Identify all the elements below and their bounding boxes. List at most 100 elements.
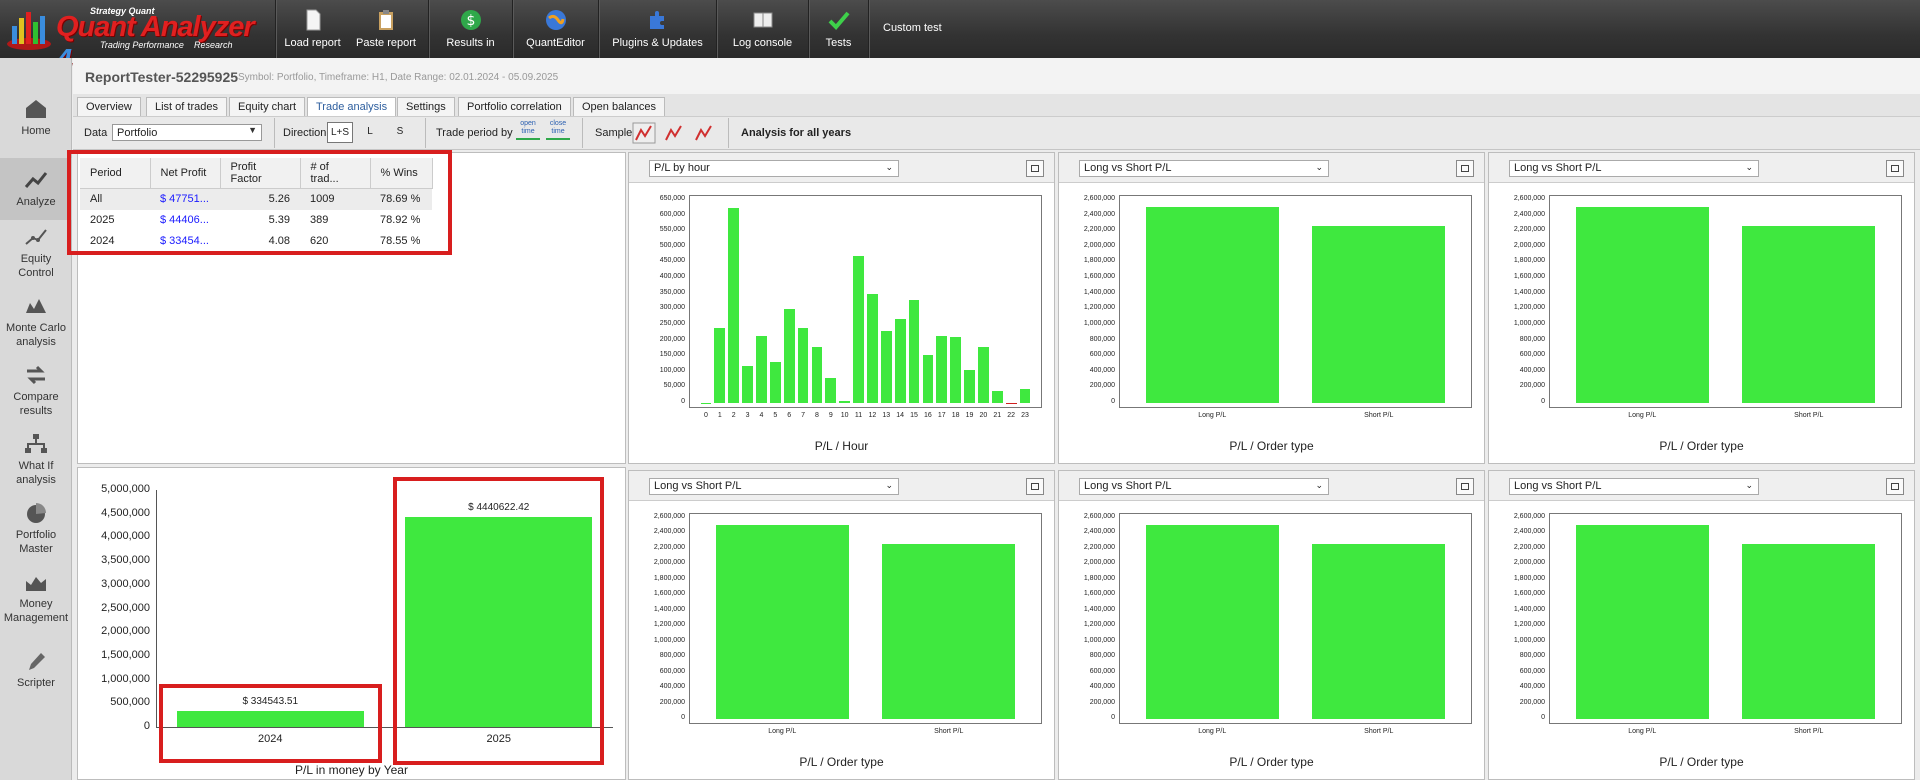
- report-title: ReportTester-52295925: [85, 69, 239, 85]
- pie-chart-icon: [27, 503, 46, 523]
- results-in-button[interactable]: $ Results in: [428, 0, 512, 58]
- brand-tagline-right: Research: [194, 40, 233, 50]
- y-tick-label: 600,000: [1519, 351, 1545, 359]
- chart-type-select[interactable]: Long vs Short P/L ⌄: [1509, 160, 1759, 177]
- tab-portfolio-correlation[interactable]: Portfolio correlation: [458, 97, 571, 116]
- y-tick-label: 300,000: [659, 304, 685, 312]
- popout-button[interactable]: [1886, 478, 1904, 495]
- quanteditor-button[interactable]: QuantEditor: [512, 0, 598, 58]
- order-type-chart-panel: Long vs Short P/L ⌄ 2,600,000 2,400,000 2,20…: [1488, 152, 1915, 464]
- toolbar-separator: [425, 118, 426, 148]
- y-tick-label: 1,800,000: [1513, 574, 1545, 582]
- plugins-updates-button[interactable]: Plugins & Updates: [598, 0, 716, 58]
- log-console-button[interactable]: Log console: [716, 0, 808, 58]
- x-tick-label: Short P/L: [1794, 412, 1824, 419]
- nav-home[interactable]: Home: [0, 98, 72, 138]
- tab-equity-chart[interactable]: Equity chart: [229, 97, 306, 116]
- x-axis-label: P/L in money by Year: [295, 763, 408, 777]
- arrow-left-icon: [516, 138, 540, 140]
- nav-monte-carlo[interactable]: Monte Carlo analysis: [0, 295, 72, 349]
- popout-button[interactable]: [1456, 160, 1474, 177]
- svg-text:$: $: [466, 13, 475, 29]
- direction-ls-button[interactable]: L+S: [327, 122, 353, 143]
- tab-settings[interactable]: Settings: [397, 97, 455, 116]
- direction-s-button[interactable]: S: [387, 122, 413, 143]
- load-report-button[interactable]: Load report: [275, 0, 349, 58]
- nav-what-if[interactable]: What If analysis: [0, 433, 72, 487]
- chart-bar: [922, 354, 934, 403]
- close-time-button[interactable]: close time: [546, 120, 570, 145]
- nav-money-management[interactable]: Money Management: [0, 571, 72, 625]
- popout-button[interactable]: [1886, 160, 1904, 177]
- nav-portfolio-label-1: Portfolio: [15, 529, 57, 541]
- clipboard-icon: [379, 10, 393, 30]
- nav-analyze[interactable]: Analyze: [0, 158, 72, 220]
- direction-l-button[interactable]: L: [357, 122, 383, 143]
- y-tick-label: 1,600,000: [1083, 273, 1115, 281]
- chart-bar: [797, 328, 809, 403]
- tests-button[interactable]: Tests: [808, 0, 868, 58]
- nav-home-label: Home: [21, 125, 51, 137]
- y-tick-label: 2,000,000: [1083, 241, 1115, 249]
- hour-chart-panel: P/L by hour ⌄ 650,000 600,000 550,000 500,000…: [628, 152, 1055, 464]
- window-icon: [1031, 483, 1039, 490]
- popout-button[interactable]: [1456, 478, 1474, 495]
- line-chart-icon: [24, 172, 48, 188]
- y-tick-label: 1,000,000: [653, 636, 685, 644]
- nav-portfolio-master[interactable]: Portfolio Master: [0, 502, 72, 556]
- y-tick-label: 1,000,000: [1083, 636, 1115, 644]
- data-select[interactable]: Portfolio ▼: [112, 124, 262, 141]
- y-tick-label: 1,200,000: [653, 621, 685, 629]
- report-header: ReportTester-52295925 Symbol: Portfolio,…: [73, 58, 1920, 94]
- highlight-box: [67, 150, 452, 255]
- y-tick-label: 1,800,000: [1083, 257, 1115, 265]
- paste-report-button[interactable]: Paste report: [349, 0, 423, 58]
- order-type-chart-panel: Long vs Short P/L ⌄ 2,600,000 2,400,000 2,20…: [1058, 152, 1485, 464]
- tab-open-balances[interactable]: Open balances: [573, 97, 665, 116]
- y-tick-label: 2,000,000: [1513, 241, 1545, 249]
- logo-chart-icon: [7, 12, 51, 50]
- nav-whatif-label-2: analysis: [16, 474, 56, 486]
- y-tick-label: 2,000,000: [1513, 559, 1545, 567]
- chart-type-value: Long vs Short P/L: [1514, 162, 1602, 174]
- y-tick-label: 400,000: [659, 683, 685, 691]
- y-tick-label: 2,200,000: [1083, 226, 1115, 234]
- y-tick-label: 0: [1541, 398, 1545, 405]
- app-logo: Strategy Quant Quant Analyzer 4 Trading …: [0, 0, 268, 76]
- chart-bar: [991, 390, 1003, 403]
- custom-test-button[interactable]: Custom test: [883, 22, 942, 34]
- open-time-button[interactable]: open time: [516, 120, 540, 145]
- chart-type-select[interactable]: Long vs Short P/L ⌄: [1079, 478, 1329, 495]
- sample-is-icon[interactable]: [632, 122, 656, 144]
- nav-compare-results[interactable]: Compare results: [0, 364, 72, 418]
- sample-oos-icon[interactable]: [662, 122, 686, 144]
- chart-type-select[interactable]: P/L by hour ⌄: [649, 160, 899, 177]
- year-chart-panel: 5,000,000 4,500,000 4,000,000 3,500,000 3,00…: [77, 467, 626, 780]
- sample-all-icon[interactable]: [692, 122, 716, 144]
- window-icon: [1461, 483, 1469, 490]
- tab-overview[interactable]: Overview: [77, 97, 141, 116]
- popout-button[interactable]: [1026, 160, 1044, 177]
- window-icon: [1031, 165, 1039, 172]
- y-tick-label: 2,200,000: [653, 543, 685, 551]
- popout-button[interactable]: [1026, 478, 1044, 495]
- y-tick-label: 2,400,000: [1083, 528, 1115, 536]
- chart-type-select[interactable]: Long vs Short P/L ⌄: [649, 478, 899, 495]
- x-tick-label: 23: [1021, 412, 1029, 419]
- tab-list-of-trades[interactable]: List of trades: [146, 97, 227, 116]
- y-tick-label: 50,000: [663, 382, 685, 390]
- chart-type-select[interactable]: Long vs Short P/L ⌄: [1079, 160, 1329, 177]
- chart-bar: [964, 370, 975, 403]
- chart-bar: [1145, 207, 1279, 403]
- close-time-label: close time: [549, 120, 567, 135]
- nav-equity-control[interactable]: Equity Control: [0, 226, 72, 280]
- y-tick-label: 1,200,000: [1513, 621, 1545, 629]
- x-axis-label: P/L / Hour: [814, 439, 869, 453]
- y-tick-label: 400,000: [1519, 683, 1545, 691]
- nav-scripter[interactable]: Scripter: [0, 650, 72, 690]
- chart-type-select[interactable]: Long vs Short P/L ⌄: [1509, 478, 1759, 495]
- y-tick-label: 1,500,000: [101, 648, 150, 661]
- y-axis-line: [156, 490, 157, 727]
- tab-trade-analysis[interactable]: Trade analysis: [307, 97, 397, 116]
- analysis-heading: Analysis for all years: [741, 127, 852, 139]
